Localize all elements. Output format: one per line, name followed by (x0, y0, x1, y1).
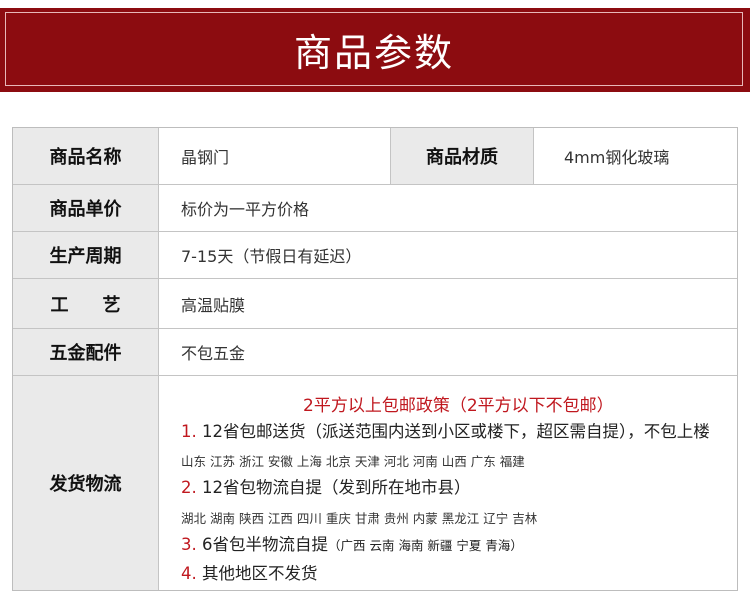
page-title: 商品参数 (293, 30, 454, 75)
value-craft: 高温贴膜 (181, 295, 246, 315)
value-hardware: 不包五金 (181, 344, 246, 363)
value-unit-price: 标价为一平方价格 (181, 200, 310, 219)
table-row-product-name: 商品名称 晶钢门 商品材质 4mm钢化玻璃 (13, 128, 737, 185)
label-hardware: 五金配件 (13, 329, 159, 375)
table-row-shipping: 发货物流 2平方以上包邮政策（2平方以下不包邮） 1. 12省包邮送货（派送范围… (13, 376, 737, 590)
shipping-item-2: 2. 12省包物流自提（发到所在地市县） (181, 474, 471, 498)
item-1-number: 1. (181, 422, 197, 441)
shipping-item-4: 4. 其他地区不发货 (181, 560, 318, 584)
table-row-hardware: 五金配件 不包五金 (13, 329, 737, 376)
header-banner-frame: 商品参数 (5, 12, 743, 86)
item-4-text: 其他地区不发货 (196, 564, 318, 583)
item-4-number: 4. (181, 564, 197, 583)
shipping-item-1-provinces: 山东 江苏 浙江 安徽 上海 北京 天津 河北 河南 山西 广东 福建 (181, 454, 525, 469)
item-2-text: 12省包物流自提（发到所在地市县） (196, 478, 471, 497)
shipping-item-2-provinces: 湖北 湖南 陕西 江西 四川 重庆 甘肃 贵州 内蒙 黑龙江 辽宁 吉林 (181, 511, 538, 526)
value-production-period: 7-15天（节假日有延迟） (181, 247, 362, 266)
label-craft: 工艺 (13, 279, 159, 328)
label-material: 商品材质 (390, 128, 534, 184)
header-banner: 商品参数 (0, 8, 750, 92)
label-product-name: 商品名称 (13, 128, 159, 184)
table-row-unit-price: 商品单价 标价为一平方价格 (13, 185, 737, 232)
item-3-number: 3. (181, 535, 197, 554)
label-production-period: 生产周期 (13, 232, 159, 278)
shipping-item-3: 3. 6省包半物流自提（广西 云南 海南 新疆 宁夏 青海） (181, 531, 523, 555)
value-product-name: 晶钢门 (181, 148, 230, 167)
item-3-note: （广西 云南 海南 新疆 宁夏 青海） (328, 538, 523, 553)
shipping-policy: 2平方以上包邮政策（2平方以下不包邮） (303, 396, 614, 416)
value-material: 4mm钢化玻璃 (564, 148, 670, 167)
table-row-production-period: 生产周期 7-15天（节假日有延迟） (13, 232, 737, 279)
item-2-number: 2. (181, 478, 197, 497)
label-shipping: 发货物流 (13, 376, 159, 590)
table-row-craft: 工艺 高温贴膜 (13, 279, 737, 329)
label-unit-price: 商品单价 (13, 185, 159, 231)
product-params-table: 商品名称 晶钢门 商品材质 4mm钢化玻璃 商品单价 标价为一平方价格 生产周期… (12, 127, 738, 591)
item-1-text: 12省包邮送货（派送范围内送到小区或楼下，超区需自提），不包上楼 (196, 422, 710, 441)
item-3-text: 6省包半物流自提 (196, 535, 328, 554)
shipping-item-1: 1. 12省包邮送货（派送范围内送到小区或楼下，超区需自提），不包上楼 (181, 418, 710, 442)
